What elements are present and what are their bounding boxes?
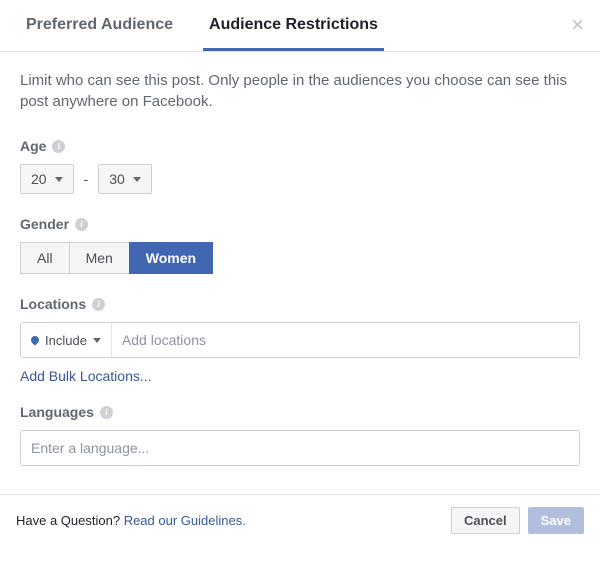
footer-left: Have a Question? Read our Guidelines.	[16, 513, 246, 528]
age-label-text: Age	[20, 138, 46, 154]
age-row: 20 - 30	[20, 164, 580, 194]
age-separator: -	[84, 171, 89, 187]
dialog-content: Limit who can see this post. Only people…	[0, 52, 600, 476]
close-icon[interactable]: ×	[571, 14, 584, 36]
info-icon[interactable]: i	[52, 140, 65, 153]
include-label: Include	[45, 333, 87, 348]
caret-down-icon	[93, 338, 101, 343]
tab-preferred-audience[interactable]: Preferred Audience	[20, 0, 179, 51]
gender-button-group: All Men Women	[20, 242, 580, 274]
footer-buttons: Cancel Save	[451, 507, 584, 534]
languages-label: Languages i	[20, 404, 580, 420]
location-include-select[interactable]: Include	[21, 323, 112, 357]
cancel-button[interactable]: Cancel	[451, 507, 520, 534]
gender-label-text: Gender	[20, 216, 69, 232]
info-icon[interactable]: i	[100, 406, 113, 419]
pin-icon	[29, 334, 40, 345]
language-input[interactable]	[20, 430, 580, 466]
gender-label: Gender i	[20, 216, 580, 232]
age-min-value: 20	[31, 171, 47, 187]
info-icon[interactable]: i	[92, 298, 105, 311]
age-max-value: 30	[109, 171, 125, 187]
save-button[interactable]: Save	[528, 507, 584, 534]
locations-row: Include	[20, 322, 580, 358]
dialog-footer: Have a Question? Read our Guidelines. Ca…	[0, 494, 600, 546]
caret-down-icon	[55, 177, 63, 182]
location-input[interactable]	[112, 323, 579, 357]
info-icon[interactable]: i	[75, 218, 88, 231]
tab-bar: Preferred Audience Audience Restrictions…	[0, 0, 600, 52]
question-text: Have a Question?	[16, 513, 124, 528]
gender-women-button[interactable]: Women	[129, 242, 213, 274]
gender-men-button[interactable]: Men	[69, 242, 130, 274]
caret-down-icon	[133, 177, 141, 182]
locations-label: Locations i	[20, 296, 580, 312]
bulk-locations-link[interactable]: Add Bulk Locations...	[20, 368, 152, 384]
gender-all-button[interactable]: All	[20, 242, 70, 274]
description-text: Limit who can see this post. Only people…	[20, 70, 580, 112]
languages-label-text: Languages	[20, 404, 94, 420]
guidelines-link[interactable]: Read our Guidelines.	[124, 513, 246, 528]
tab-audience-restrictions[interactable]: Audience Restrictions	[203, 0, 384, 51]
age-min-select[interactable]: 20	[20, 164, 74, 194]
age-max-select[interactable]: 30	[98, 164, 152, 194]
locations-label-text: Locations	[20, 296, 86, 312]
age-label: Age i	[20, 138, 580, 154]
